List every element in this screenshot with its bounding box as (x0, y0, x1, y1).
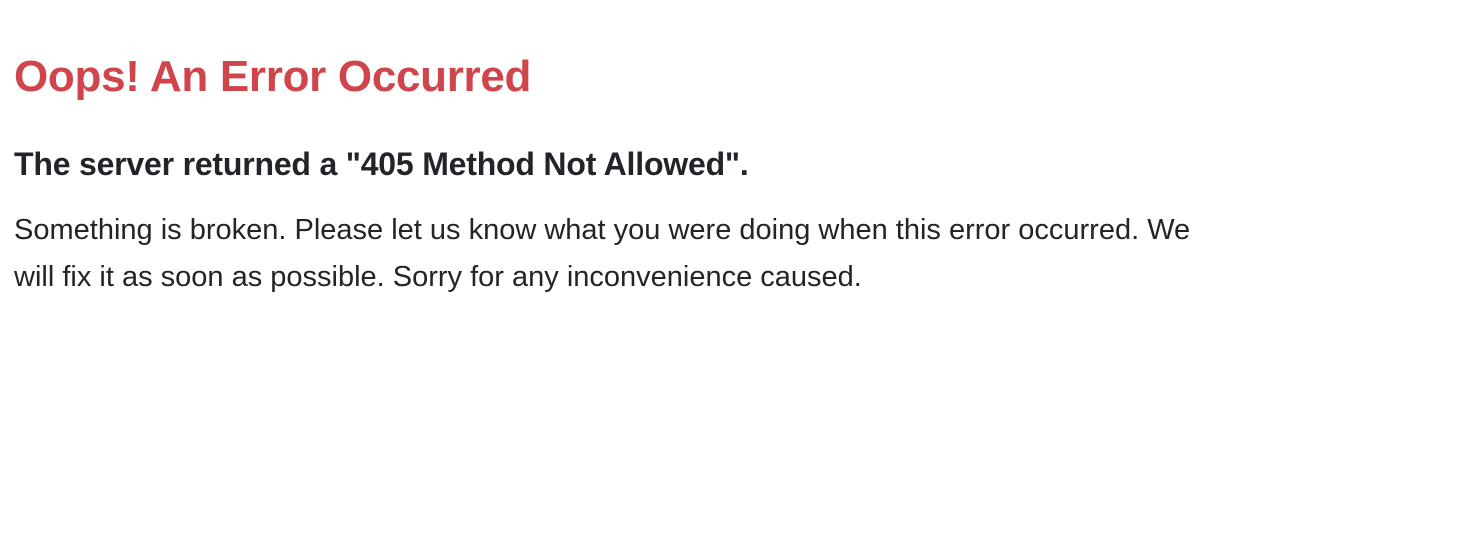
error-page: Oops! An Error Occurred The server retur… (0, 0, 1480, 552)
error-description: Something is broken. Please let us know … (14, 214, 1191, 293)
error-status-heading: The server returned a "405 Method Not Al… (14, 146, 749, 182)
error-title: Oops! An Error Occurred (14, 52, 532, 101)
